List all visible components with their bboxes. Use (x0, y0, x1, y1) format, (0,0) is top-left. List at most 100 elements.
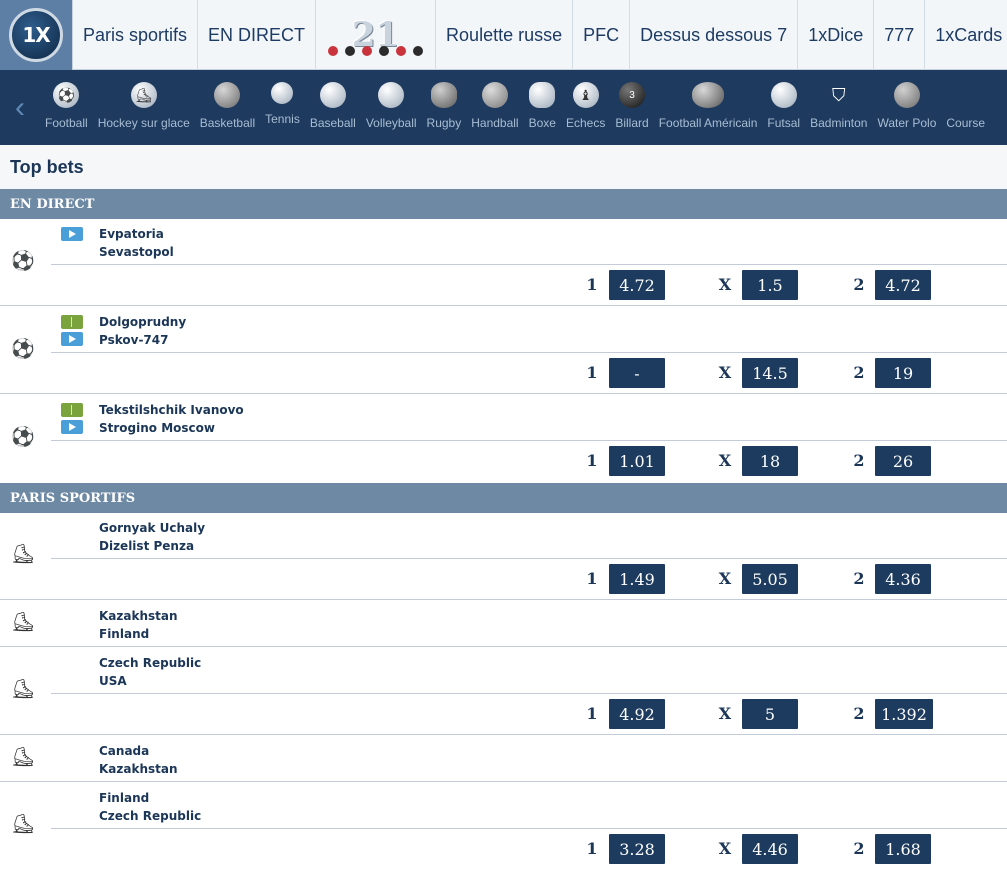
sport-label: Football Américain (658, 116, 758, 130)
sport-label: Billard (615, 116, 649, 130)
odd-button-2[interactable]: 1.68 (875, 834, 931, 864)
match-teams[interactable]: Dolgoprudny Pskov-747 (99, 313, 186, 349)
team-home: Gornyak Uchaly (99, 521, 206, 535)
sport-boxe[interactable]: Boxe (524, 70, 561, 130)
sport-football[interactable]: ⚽ Football (40, 70, 93, 130)
odd-button-x[interactable]: 14.5 (742, 358, 798, 388)
odds-label-x: X (718, 839, 732, 858)
team-away: USA (99, 674, 127, 688)
shuttlecock-icon: ⛉ (832, 84, 846, 105)
sport-water-polo[interactable]: Water Polo (872, 70, 941, 130)
divider (51, 693, 1007, 694)
odds-label-x: X (718, 569, 732, 588)
odd-button-x[interactable]: 5 (742, 699, 798, 729)
basketball-icon (214, 82, 241, 108)
nav-dessus-dessous-7[interactable]: Dessus dessous 7 (630, 0, 799, 70)
odd-button-x[interactable]: 4.46 (742, 834, 798, 864)
nav-roulette-russe[interactable]: Roulette russe (436, 0, 574, 70)
handball-icon (481, 82, 508, 108)
match-teams[interactable]: Gornyak Uchaly Dizelist Penza (99, 519, 205, 555)
live-video-icon[interactable] (61, 420, 83, 434)
match-teams[interactable]: Tekstilshchik Ivanovo Strogino Moscow (99, 401, 244, 437)
sport-hockey[interactable]: ⛸ Hockey sur glace (93, 70, 195, 130)
nav-1xcards[interactable]: 1xCards (925, 0, 1007, 70)
team-home: Finland (99, 791, 150, 805)
odds-label-x: X (718, 704, 732, 723)
team-home: Evpatoria (99, 227, 164, 241)
odd-button-1[interactable]: 3.28 (609, 834, 665, 864)
match-teams[interactable]: Kazakhstan Finland (99, 607, 178, 643)
odds-label-2: 2 (853, 451, 865, 470)
match-row: ⛸ Gornyak Uchaly Dizelist Penza 1 1.49 X… (0, 513, 1007, 600)
live-video-icon[interactable] (61, 332, 83, 346)
water-polo-ball-icon (893, 82, 920, 108)
odd-button-2[interactable]: 19 (875, 358, 931, 388)
match-teams[interactable]: Finland Czech Republic (99, 789, 201, 825)
nav-21-game[interactable]: 21 (316, 0, 437, 70)
volleyball-icon (378, 82, 405, 108)
odd-button-1[interactable]: 4.92 (609, 699, 665, 729)
sport-badminton[interactable]: ⛉ Badminton (805, 70, 872, 131)
top-navigation: 1X Paris sportifs EN DIRECT 21 Roulette … (0, 0, 1007, 70)
sport-label: Football (45, 116, 88, 130)
odd-button-1[interactable]: 1.01 (609, 446, 665, 476)
logo-text: 1X (22, 23, 50, 47)
sport-echecs[interactable]: ♝ Echecs (561, 70, 610, 130)
sport-billard[interactable]: 3 Billard (610, 70, 653, 130)
match-row: ⛸ Canada Kazakhstan (0, 736, 1007, 782)
odd-button-2[interactable]: 26 (875, 446, 931, 476)
odds-label-2: 2 (853, 569, 865, 588)
sport-basketball[interactable]: Basketball (195, 70, 260, 130)
logo: 1X (9, 8, 63, 62)
sport-football-americain[interactable]: Football Américain (654, 70, 763, 130)
american-football-icon (692, 82, 725, 108)
odd-button-1[interactable]: 4.72 (609, 270, 665, 300)
divider (51, 352, 1007, 353)
sport-label: Boxe (528, 116, 556, 130)
match-teams[interactable]: Canada Kazakhstan (99, 742, 178, 778)
sport-volleyball[interactable]: Volleyball (361, 70, 422, 130)
odds-group: 1 3.28 X 4.46 2 1.68 (0, 834, 1007, 864)
odd-button-2[interactable]: 4.36 (875, 564, 931, 594)
nav-1xdice[interactable]: 1xDice (798, 0, 875, 70)
sport-baseball[interactable]: Baseball (305, 70, 361, 130)
nav-pfc[interactable]: PFC (573, 0, 631, 70)
team-away: Strogino Moscow (99, 421, 215, 435)
team-home: Tekstilshchik Ivanovo (99, 403, 244, 417)
match-teams[interactable]: Czech Republic USA (99, 654, 201, 690)
match-row: ⛸ Kazakhstan Finland (0, 601, 1007, 647)
chess-piece-icon: ♝ (572, 82, 599, 108)
nav-en-direct[interactable]: EN DIRECT (198, 0, 317, 70)
live-video-icon[interactable] (61, 227, 83, 241)
logo-link[interactable]: 1X (0, 0, 73, 70)
odd-button-2[interactable]: 4.72 (875, 270, 931, 300)
odds-label-x: X (718, 451, 732, 470)
team-away: Finland (99, 627, 150, 641)
odd-button-1[interactable]: 1.49 (609, 564, 665, 594)
odd-button-1[interactable]: - (609, 358, 665, 388)
nav-paris-sportifs[interactable]: Paris sportifs (73, 0, 199, 70)
sport-tennis[interactable]: Tennis (260, 70, 305, 126)
odd-button-x[interactable]: 5.05 (742, 564, 798, 594)
field-icon[interactable] (61, 403, 83, 417)
ice-skate-icon: ⛸ (130, 82, 157, 108)
nav-777[interactable]: 777 (874, 0, 926, 70)
sports-bar: ‹ ⚽ Football ⛸ Hockey sur glace Basketball… (0, 70, 1007, 145)
sport-futsal[interactable]: Futsal (762, 70, 805, 130)
sport-label: Volleyball (365, 116, 417, 130)
field-icon[interactable] (61, 315, 83, 329)
odd-button-x[interactable]: 18 (742, 446, 798, 476)
divider (51, 264, 1007, 265)
sport-course[interactable]: Course (941, 70, 990, 130)
odd-button-x[interactable]: 1.5 (742, 270, 798, 300)
sport-handball[interactable]: Handball (466, 70, 523, 130)
odds-label-2: 2 (853, 704, 865, 723)
chevron-left-icon[interactable]: ‹ (0, 70, 40, 145)
match-teams[interactable]: Evpatoria Sevastopol (99, 225, 174, 261)
odd-button-2[interactable]: 1.392 (875, 699, 933, 729)
sport-label: Hockey sur glace (97, 116, 190, 130)
odds-label-2: 2 (853, 363, 865, 382)
odds-label-1: 1 (586, 451, 598, 470)
football-icon: ⚽ (53, 82, 80, 108)
sport-rugby[interactable]: Rugby (422, 70, 467, 130)
